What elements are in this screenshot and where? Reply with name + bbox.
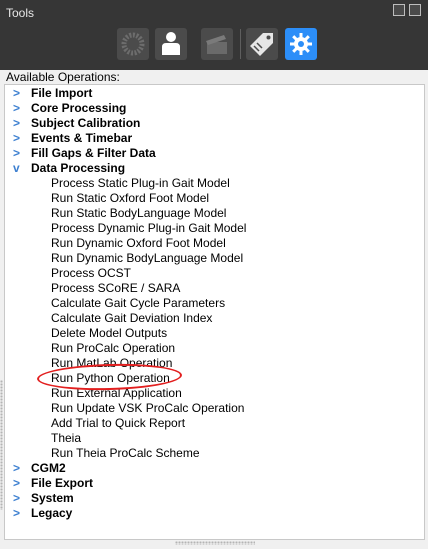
operation-label: Run Static Oxford Foot Model bbox=[51, 191, 210, 205]
pin-icon[interactable] bbox=[393, 4, 405, 16]
category-label: System bbox=[31, 491, 74, 505]
operation-label: Run Theia ProCalc Scheme bbox=[51, 446, 200, 460]
tree-category-subject-calibration[interactable]: > Subject Calibration bbox=[5, 116, 424, 131]
resize-grip-bottom[interactable] bbox=[175, 541, 255, 545]
toolbar-separator bbox=[240, 29, 241, 59]
tree-category-events-timebar[interactable]: > Events & Timebar bbox=[5, 131, 424, 146]
operation-label: Process Static Plug-in Gait Model bbox=[51, 176, 230, 190]
gear-icon bbox=[290, 33, 312, 55]
detach-icon[interactable] bbox=[409, 4, 421, 16]
tree-category-legacy[interactable]: > Legacy bbox=[5, 506, 424, 521]
tree-category-fill-gaps[interactable]: > Fill Gaps & Filter Data bbox=[5, 146, 424, 161]
tools-panel-header: Tools bbox=[0, 0, 428, 70]
operation-label: Run Static BodyLanguage Model bbox=[51, 206, 227, 220]
label-tag-icon bbox=[250, 33, 273, 56]
chevron-right-icon[interactable]: > bbox=[13, 506, 23, 521]
tree-category-cgm2[interactable]: > CGM2 bbox=[5, 461, 424, 476]
operation-label: Run Dynamic BodyLanguage Model bbox=[51, 251, 244, 265]
processing-gear-button[interactable] bbox=[285, 28, 317, 60]
clapper-icon bbox=[206, 35, 227, 54]
chevron-right-icon[interactable]: > bbox=[13, 476, 23, 491]
chevron-right-icon[interactable]: > bbox=[13, 116, 23, 131]
chevron-right-icon[interactable]: > bbox=[13, 86, 23, 101]
label-tag-button[interactable] bbox=[246, 28, 278, 60]
pipeline-tools-button[interactable] bbox=[117, 28, 149, 60]
operation-label: Run Update VSK ProCalc Operation bbox=[51, 401, 245, 415]
operation-label: Run ProCalc Operation bbox=[51, 341, 176, 355]
panel-title: Tools bbox=[6, 6, 35, 20]
tree-category-core-processing[interactable]: > Core Processing bbox=[5, 101, 424, 116]
operation-label: Run External Application bbox=[51, 386, 182, 400]
chevron-right-icon[interactable]: > bbox=[13, 146, 23, 161]
operation-label: Run Dynamic Oxford Foot Model bbox=[51, 236, 226, 250]
operation-label: Run Python Operation bbox=[51, 371, 170, 385]
operation-label: Delete Model Outputs bbox=[51, 326, 168, 340]
category-label: Events & Timebar bbox=[31, 131, 133, 145]
operations-tree[interactable]: > File Import > Core Processing > Subjec… bbox=[4, 84, 425, 540]
chevron-right-icon[interactable]: > bbox=[13, 461, 23, 476]
chevron-right-icon[interactable]: > bbox=[13, 101, 23, 116]
chevron-down-icon[interactable]: v bbox=[13, 161, 23, 176]
category-label: Fill Gaps & Filter Data bbox=[31, 146, 156, 160]
tree-category-file-import[interactable]: > File Import bbox=[5, 86, 424, 101]
operation-label: Add Trial to Quick Report bbox=[51, 416, 186, 430]
operation-label: Theia bbox=[51, 431, 82, 445]
operation-label: Process Dynamic Plug-in Gait Model bbox=[51, 221, 247, 235]
operation-label: Calculate Gait Deviation Index bbox=[51, 311, 213, 325]
operation-label: Process OCST bbox=[51, 266, 132, 280]
tree-category-data-processing[interactable]: v Data Processing bbox=[5, 161, 424, 176]
category-label: Legacy bbox=[31, 506, 73, 520]
chevron-right-icon[interactable]: > bbox=[13, 131, 23, 146]
tree-category-file-export[interactable]: > File Export bbox=[5, 476, 424, 491]
subject-icon bbox=[162, 32, 180, 55]
operation-label: Calculate Gait Cycle Parameters bbox=[51, 296, 226, 310]
clapper-button[interactable] bbox=[201, 28, 233, 60]
category-label: Data Processing bbox=[31, 161, 126, 175]
category-label: CGM2 bbox=[31, 461, 66, 475]
subject-button[interactable] bbox=[155, 28, 187, 60]
operation-label: Process SCoRE / SARA bbox=[51, 281, 181, 295]
category-label: Subject Calibration bbox=[31, 116, 141, 130]
pipeline-tools-icon bbox=[121, 32, 145, 56]
category-label: Core Processing bbox=[31, 101, 127, 115]
tree-category-system[interactable]: > System bbox=[5, 491, 424, 506]
chevron-right-icon[interactable]: > bbox=[13, 491, 23, 506]
resize-grip-left[interactable] bbox=[0, 380, 3, 510]
available-operations-label: Available Operations: bbox=[6, 70, 120, 84]
operation-label: Run MatLab Operation bbox=[51, 356, 173, 370]
category-label: File Export bbox=[31, 476, 94, 490]
category-label: File Import bbox=[31, 86, 93, 100]
